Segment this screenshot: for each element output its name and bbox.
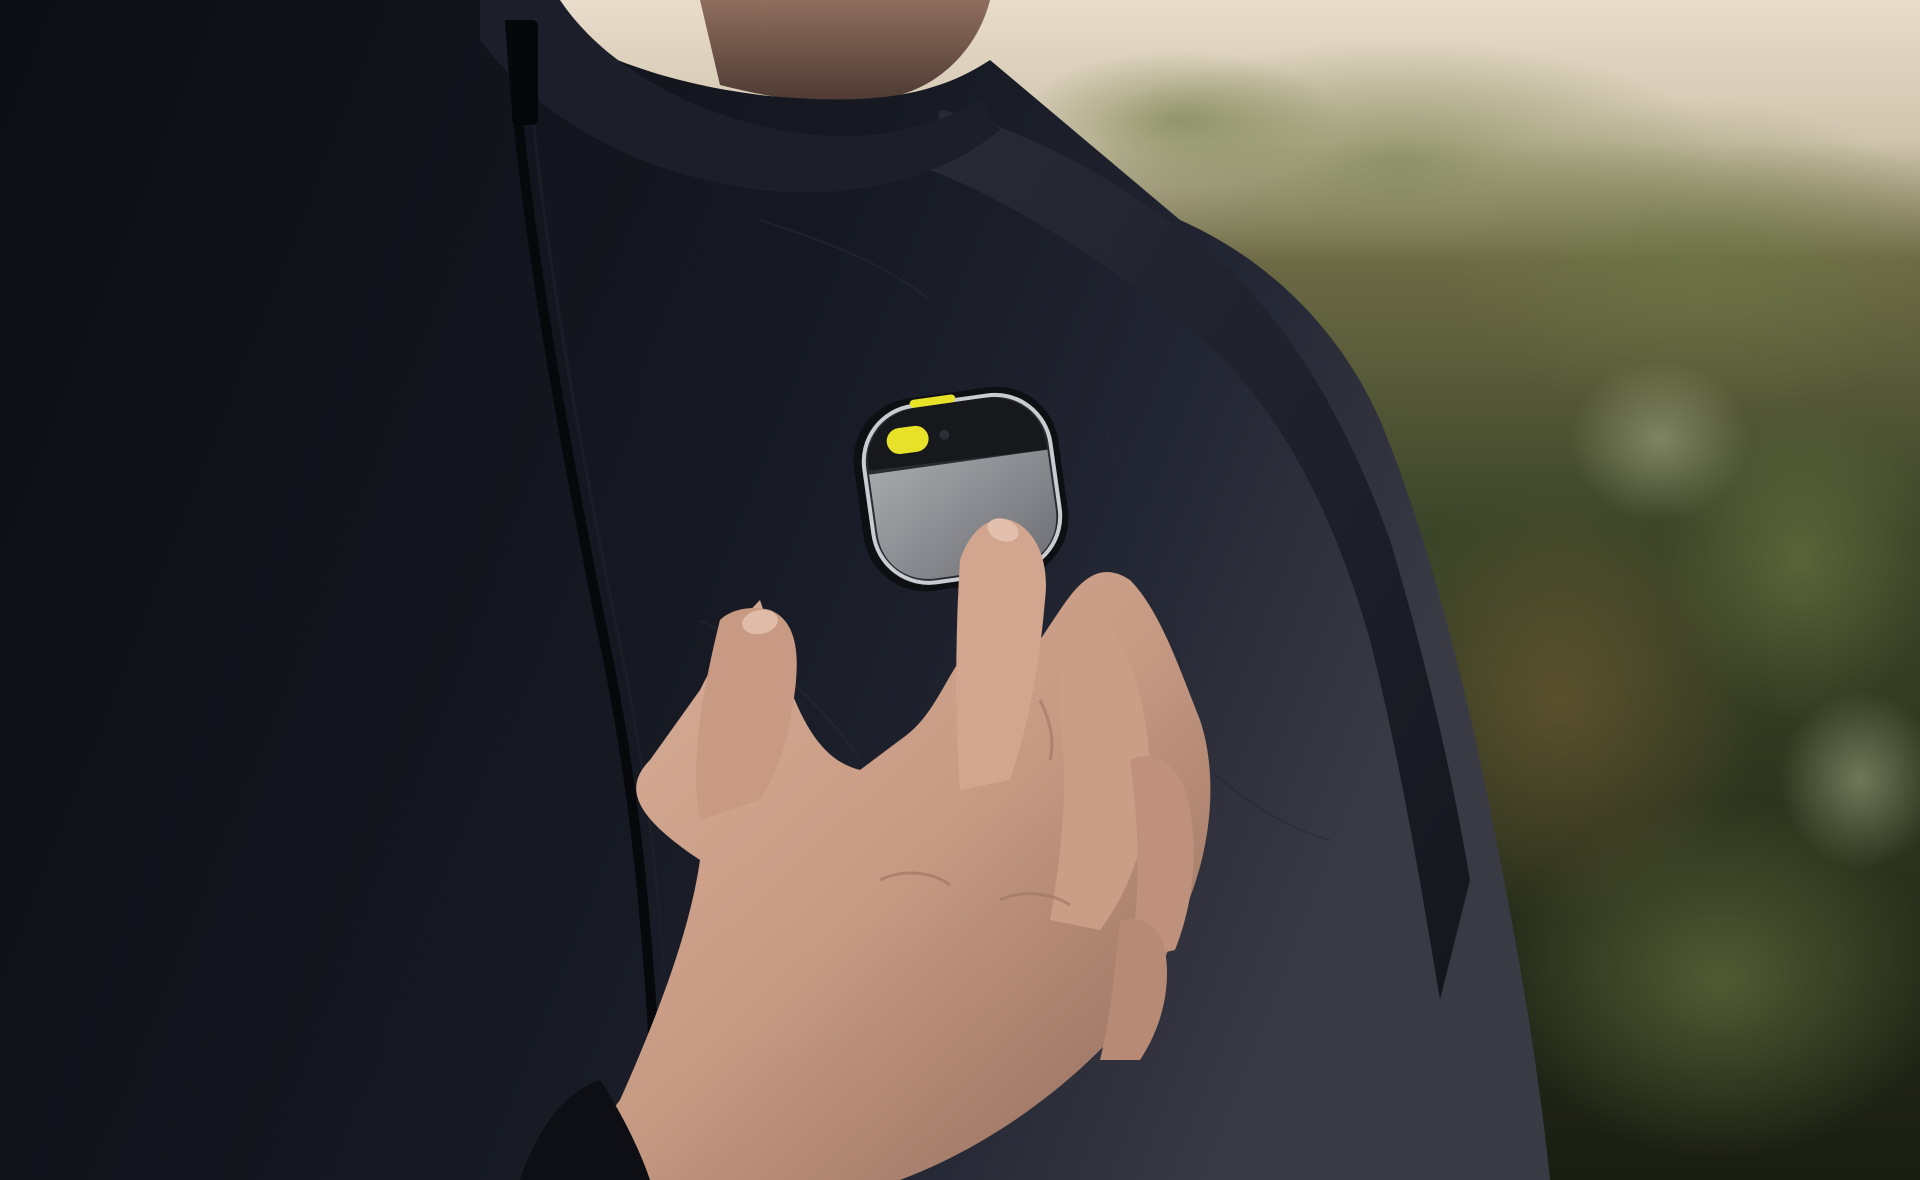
zipper-pull bbox=[512, 20, 538, 125]
scene-illustration bbox=[0, 0, 1920, 1180]
photo-scene bbox=[0, 0, 1920, 1180]
